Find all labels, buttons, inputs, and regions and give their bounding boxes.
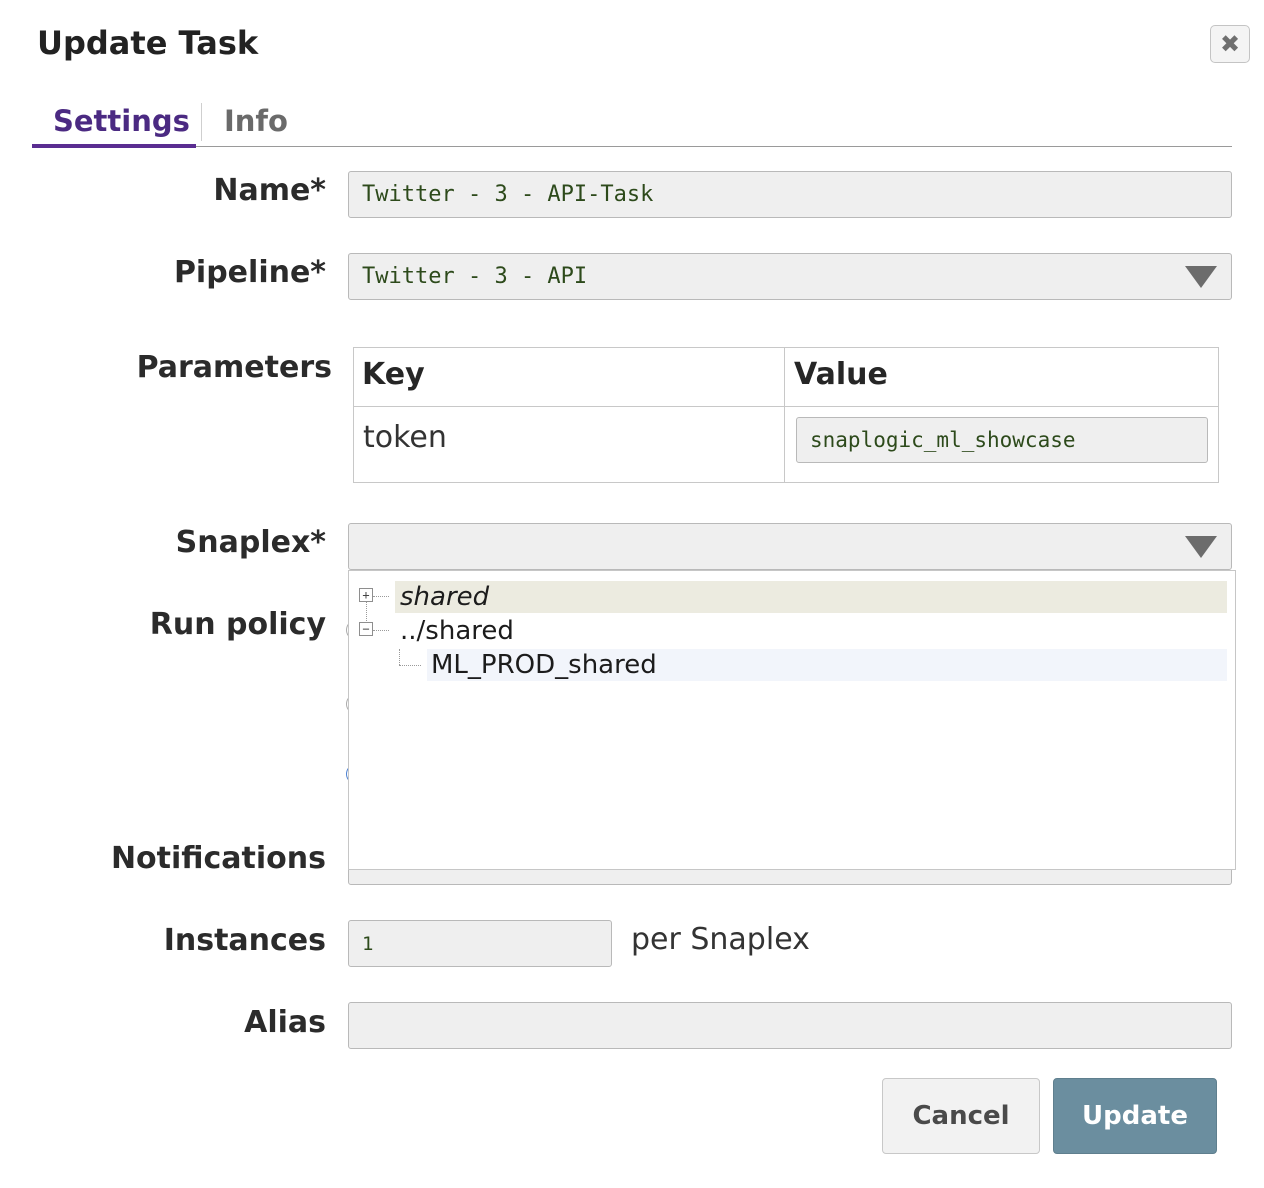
close-icon: ✖ [1219, 30, 1241, 58]
snaplex-tree-popup: + shared − ../shared ML_PROD_shared [348, 570, 1236, 870]
instances-label: Instances [163, 923, 326, 958]
tabs-underline [32, 146, 1232, 147]
tree-guide-line [399, 665, 421, 666]
tree-item-ml-prod-shared[interactable]: ML_PROD_shared [427, 649, 1227, 681]
param-key-cell: token [363, 420, 447, 455]
notifications-label: Notifications [110, 841, 326, 876]
alias-input[interactable] [348, 1002, 1232, 1049]
snaplex-label: Snaplex* [175, 525, 326, 560]
tree-item-label: shared [400, 582, 490, 612]
tree-guide-line [373, 630, 389, 631]
column-header-key: Key [362, 357, 425, 392]
table-header-divider [353, 406, 1219, 407]
minus-box-icon[interactable]: − [359, 622, 373, 636]
tab-separator [201, 103, 202, 141]
pipeline-dropdown[interactable]: Twitter - 3 - API [348, 253, 1232, 300]
tree-item-parent-shared[interactable]: ../shared [395, 615, 514, 647]
alias-label: Alias [244, 1005, 326, 1040]
dialog-title: Update Task [37, 24, 259, 62]
instances-suffix: per Snaplex [631, 922, 810, 957]
tree-item-label: ML_PROD_shared [431, 650, 657, 680]
snaplex-dropdown[interactable] [348, 523, 1232, 570]
tree-item-shared[interactable]: shared [395, 581, 1227, 613]
triangle-down-icon [1185, 265, 1217, 288]
param-value-text: snaplogic_ml_showcase [810, 428, 1076, 452]
tree-guide-line [399, 649, 400, 665]
tab-info[interactable]: Info [224, 104, 288, 138]
instances-input[interactable]: 1 [348, 920, 612, 967]
pipeline-label: Pipeline* [173, 255, 326, 290]
name-value: Twitter - 3 - API-Task [362, 182, 654, 207]
tree-item-label: ../shared [400, 616, 514, 646]
param-value-input[interactable]: snaplogic_ml_showcase [796, 417, 1208, 463]
tree-guide-line [373, 596, 389, 597]
update-button[interactable]: Update [1053, 1078, 1217, 1154]
pipeline-value: Twitter - 3 - API [362, 264, 588, 289]
table-column-divider [784, 347, 785, 483]
tab-settings[interactable]: Settings [53, 104, 190, 138]
run-policy-label: Run policy [149, 607, 326, 642]
triangle-down-icon [1185, 535, 1217, 558]
plus-box-icon[interactable]: + [359, 588, 373, 602]
name-input[interactable]: Twitter - 3 - API-Task [348, 171, 1232, 218]
parameters-label: Parameters [136, 350, 332, 385]
close-button[interactable]: ✖ [1210, 25, 1250, 63]
instances-value: 1 [362, 932, 374, 955]
name-label: Name* [213, 173, 326, 208]
cancel-button[interactable]: Cancel [882, 1078, 1040, 1154]
column-header-value: Value [794, 357, 888, 392]
active-tab-indicator [32, 144, 196, 148]
